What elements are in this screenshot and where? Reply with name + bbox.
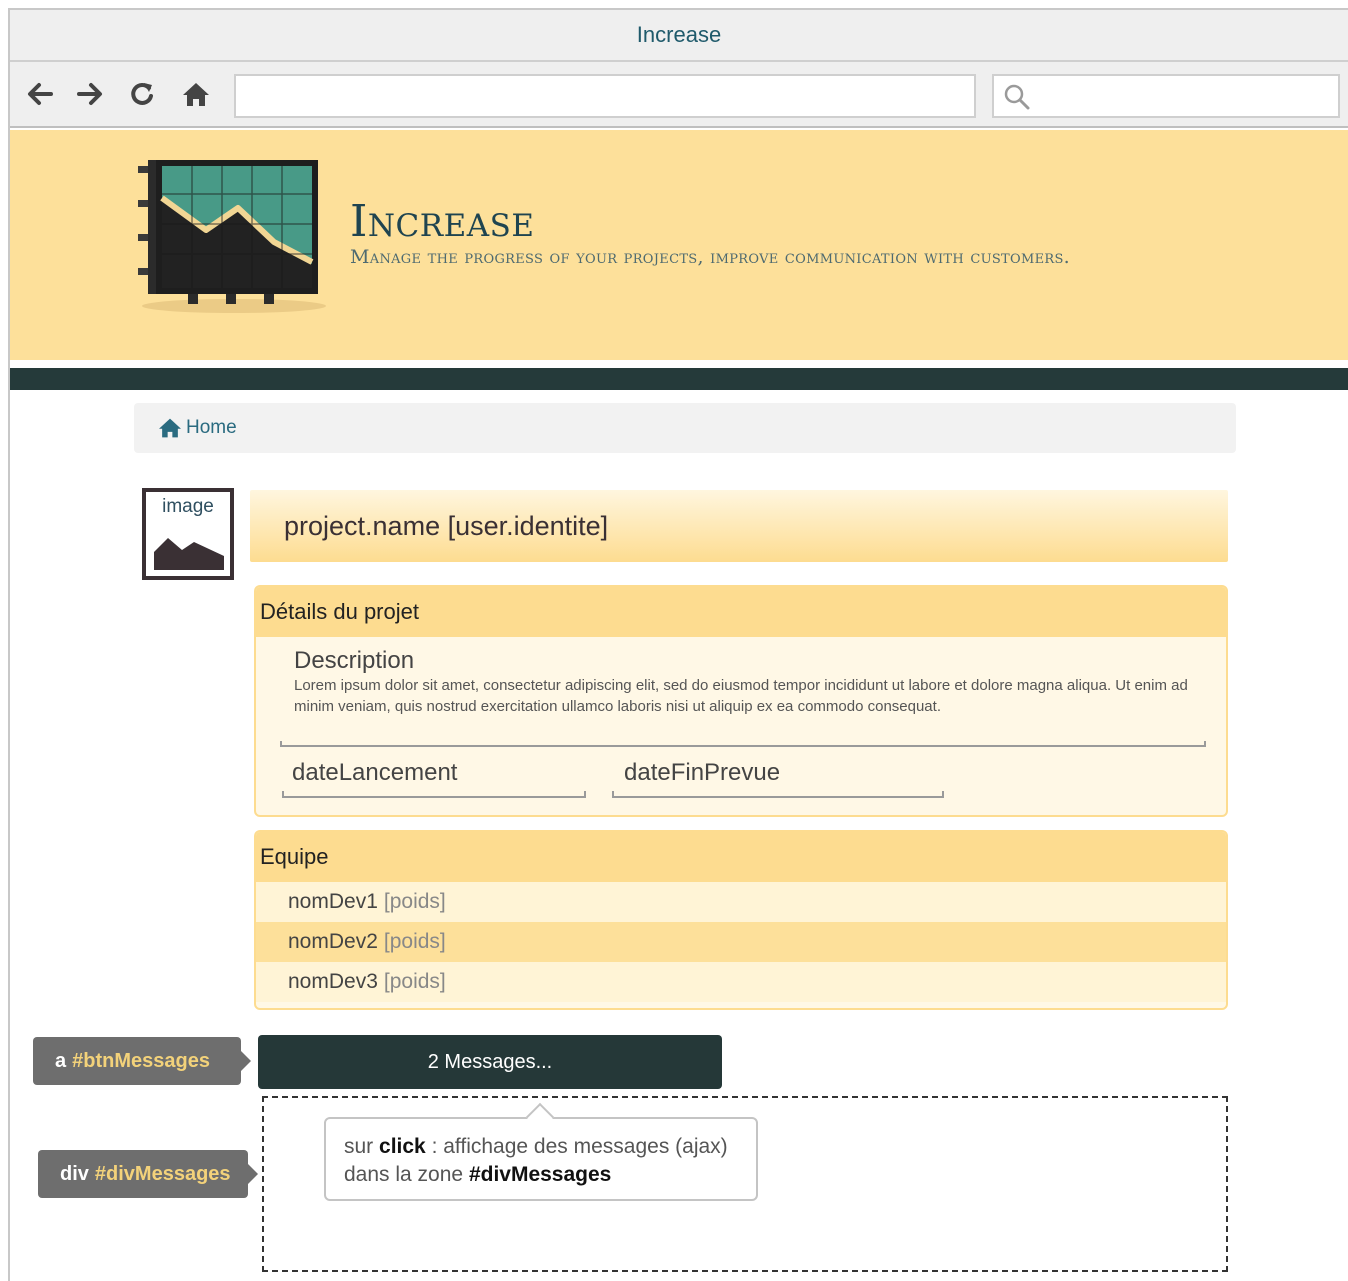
team-member-weight: [poids] — [383, 930, 446, 953]
description-text: Lorem ipsum dolor sit amet, consectetur … — [294, 677, 1188, 715]
site-title: Increase — [350, 196, 535, 247]
annotation-selector: #btnMessages — [72, 1049, 210, 1072]
team-member-row: nomDev3 [poids] — [256, 962, 1226, 1002]
tooltip-click-word: click — [379, 1135, 426, 1158]
browser-toolbar — [10, 62, 1348, 128]
arrow-right-icon — [77, 83, 102, 105]
description-label: Description — [294, 647, 415, 674]
home-button[interactable] — [178, 76, 214, 112]
annotation-tag: div — [60, 1162, 89, 1185]
team-panel: Equipe nomDev1 [poids] nomDev2 [poids] n… — [254, 830, 1228, 1010]
search-icon — [1004, 84, 1030, 110]
team-member-weight: [poids] — [383, 970, 446, 993]
project-image: image — [142, 488, 234, 580]
tooltip-target: #divMessages — [468, 1163, 612, 1186]
project-details-panel: Détails du projet Description Lorem ipsu… — [254, 585, 1228, 817]
breadcrumb: Home — [134, 403, 1236, 453]
reload-button[interactable] — [124, 76, 160, 112]
team-member-weight: [poids] — [383, 890, 446, 913]
tooltip-text-pre: sur — [344, 1135, 380, 1158]
url-input[interactable] — [234, 74, 976, 118]
site-header: Increase Manage the progress of your pro… — [10, 130, 1348, 360]
breadcrumb-home-link[interactable]: Home — [186, 417, 237, 439]
details-heading: Détails du projet — [256, 587, 1226, 637]
arrow-left-icon — [28, 83, 53, 105]
team-heading: Equipe — [256, 832, 1226, 882]
start-date-underline — [282, 791, 586, 798]
forward-button[interactable] — [72, 76, 108, 112]
annotation-tag: a — [55, 1049, 67, 1072]
team-member-name: nomDev3 — [288, 970, 378, 993]
team-member-row: nomDev2 [poids] — [256, 922, 1226, 962]
chart-logo-icon — [134, 154, 334, 319]
window-title: Increase — [10, 10, 1348, 62]
reload-icon — [131, 82, 153, 105]
annotation-btn-messages: a #btnMessages — [33, 1037, 251, 1085]
team-member-name: nomDev1 — [288, 890, 378, 913]
back-button[interactable] — [22, 76, 58, 112]
messages-button[interactable]: 2 Messages... — [258, 1035, 722, 1089]
browser-window: Increase Increase Manage the progress of… — [8, 8, 1348, 1281]
site-subtitle: Manage the progress of your projects, im… — [350, 246, 1071, 268]
image-label: image — [162, 496, 214, 517]
end-date-underline — [612, 791, 944, 798]
search-input[interactable] — [992, 74, 1340, 118]
start-date-field: dateLancement — [292, 759, 458, 786]
header-divider-bar — [10, 368, 1348, 390]
annotation-div-messages: div #divMessages — [38, 1150, 258, 1198]
team-member-row: nomDev1 [poids] — [256, 882, 1226, 922]
end-date-field: dateFinPrevue — [624, 759, 781, 786]
project-title: project.name [user.identite] — [250, 490, 1228, 562]
messages-tooltip: sur click : affichage des messages (ajax… — [324, 1102, 758, 1201]
home-icon — [183, 83, 209, 106]
description-underline — [280, 741, 1206, 747]
image-placeholder-icon — [154, 538, 224, 570]
team-member-name: nomDev2 — [288, 930, 378, 953]
annotation-selector: #divMessages — [94, 1162, 231, 1185]
home-icon — [158, 417, 182, 439]
